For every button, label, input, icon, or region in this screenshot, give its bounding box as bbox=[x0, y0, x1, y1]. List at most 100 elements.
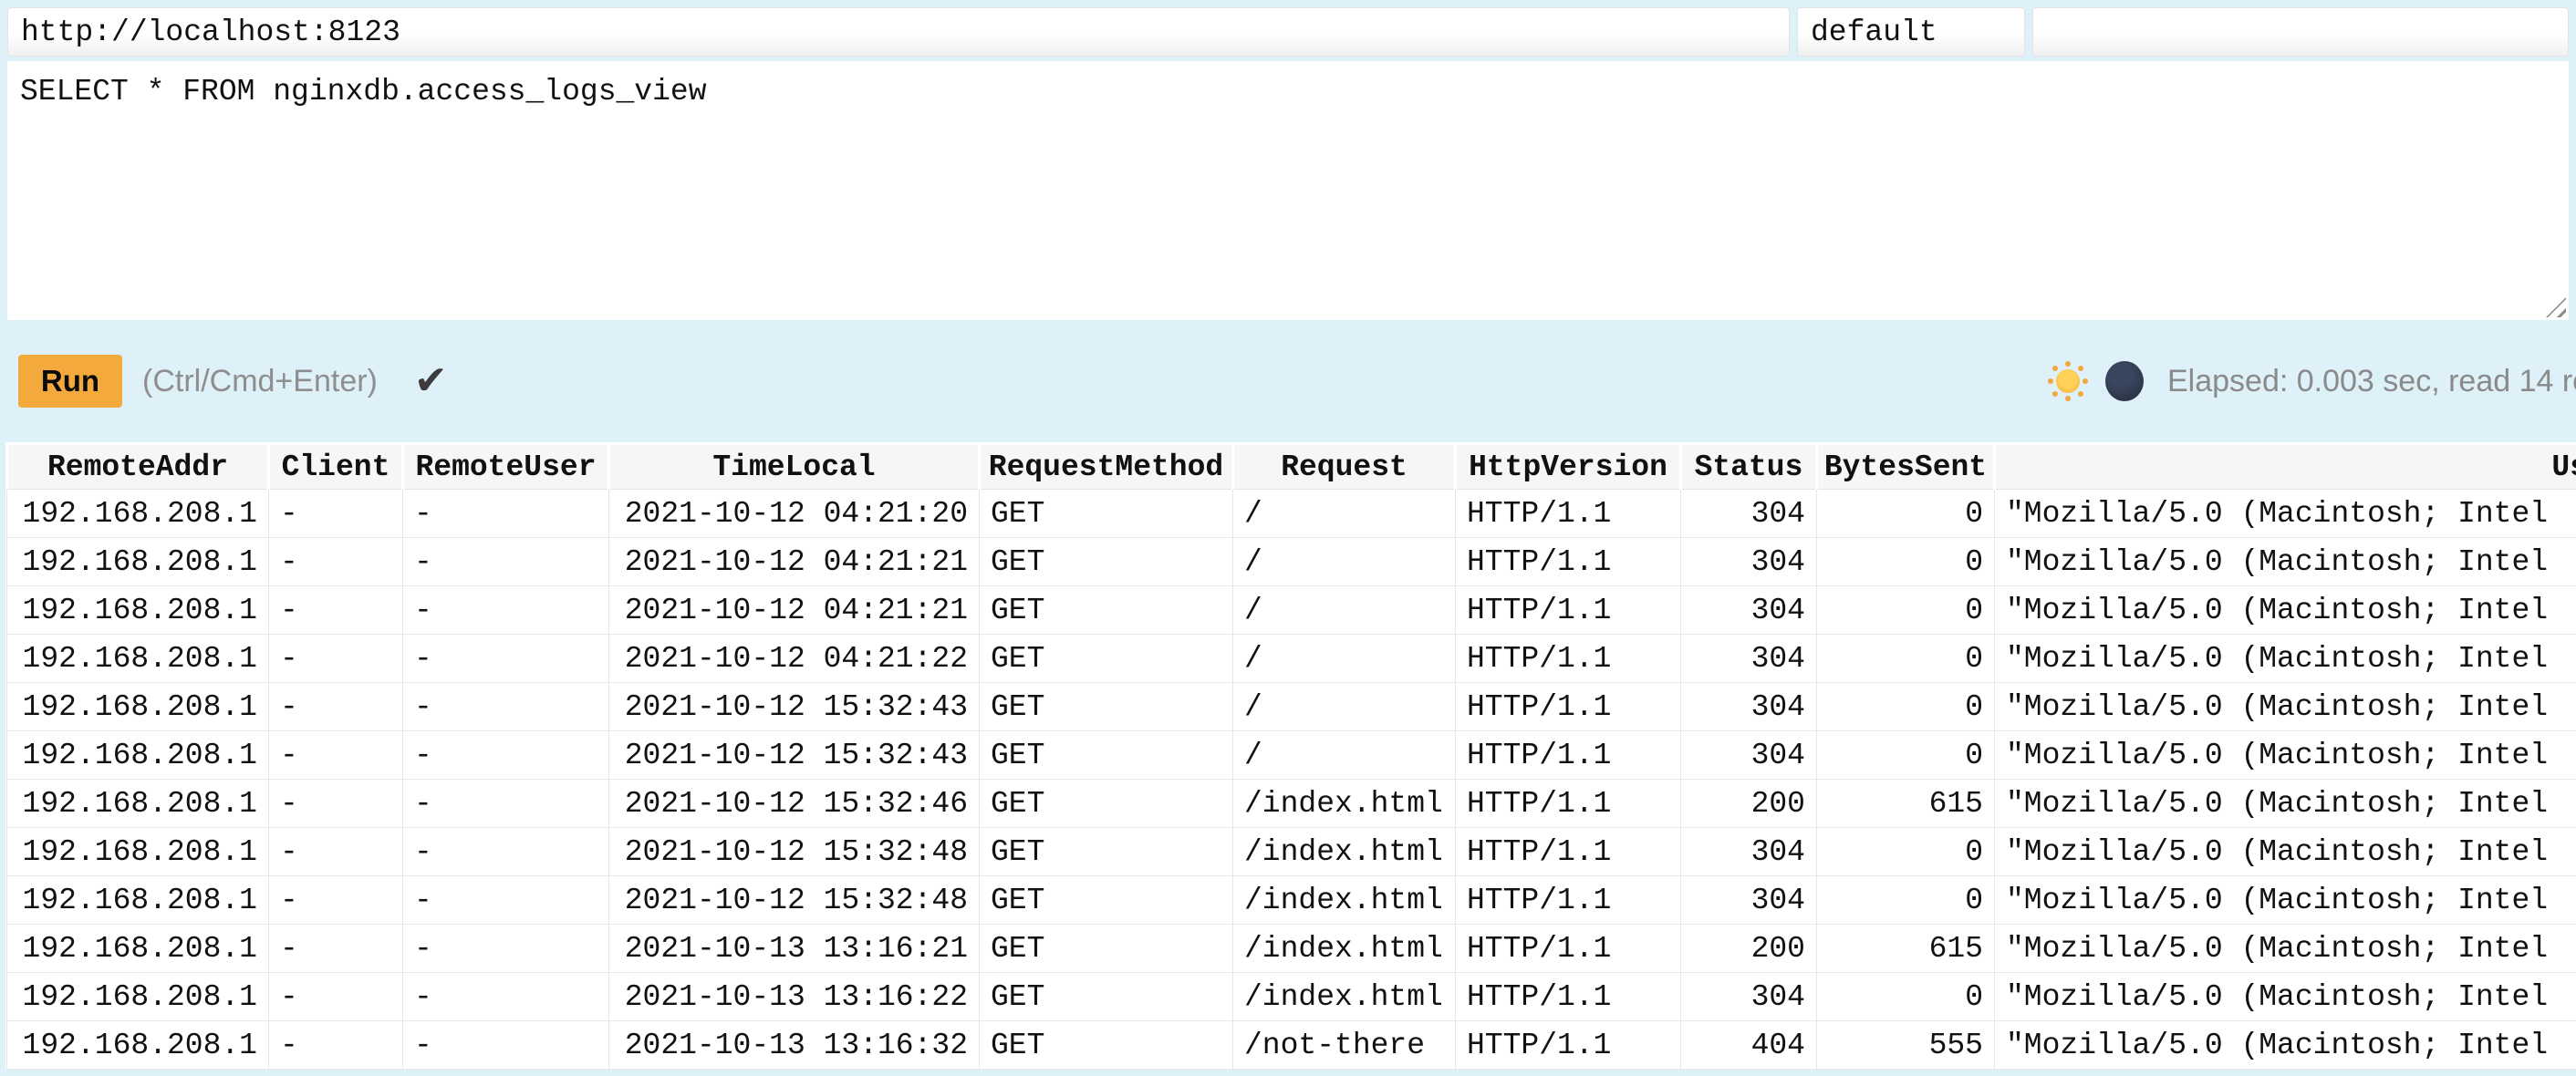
cell: GET bbox=[980, 586, 1233, 635]
column-header: UserAgent bbox=[1995, 444, 2576, 490]
connection-bar bbox=[0, 0, 2576, 57]
cell: 2021-10-12 04:21:22 bbox=[609, 635, 980, 683]
cell: - bbox=[403, 683, 609, 731]
cell: HTTP/1.1 bbox=[1456, 780, 1681, 828]
cell: 404 bbox=[1681, 1021, 1817, 1070]
cell: "Mozilla/5.0 (Macintosh; Intel bbox=[1995, 635, 2576, 683]
cell: 2021-10-12 04:21:20 bbox=[609, 490, 980, 538]
cell: - bbox=[403, 780, 609, 828]
cell: 2021-10-13 13:16:22 bbox=[609, 973, 980, 1021]
cell: GET bbox=[980, 731, 1233, 780]
cell: - bbox=[403, 1021, 609, 1070]
user-input[interactable] bbox=[1797, 7, 2025, 57]
cell: 192.168.208.1 bbox=[7, 1021, 269, 1070]
cell: 304 bbox=[1681, 538, 1817, 586]
cell: - bbox=[403, 538, 609, 586]
cell: /index.html bbox=[1233, 876, 1456, 925]
cell: - bbox=[403, 586, 609, 635]
cell: /not-there bbox=[1233, 1021, 1456, 1070]
cell: - bbox=[269, 1021, 403, 1070]
query-stats: Elapsed: 0.003 sec, read 14 rows. bbox=[2167, 364, 2576, 399]
cell: 0 bbox=[1817, 731, 1995, 780]
cell: 192.168.208.1 bbox=[7, 490, 269, 538]
sun-icon[interactable] bbox=[2056, 369, 2080, 393]
cell: 192.168.208.1 bbox=[7, 635, 269, 683]
cell: 304 bbox=[1681, 828, 1817, 876]
cell: HTTP/1.1 bbox=[1456, 1021, 1681, 1070]
cell: - bbox=[403, 490, 609, 538]
success-check-icon: ✔ bbox=[414, 361, 448, 401]
table-row: 192.168.208.1--2021-10-12 15:32:43GET/HT… bbox=[7, 731, 2576, 780]
cell: GET bbox=[980, 635, 1233, 683]
cell: - bbox=[403, 731, 609, 780]
cell: "Mozilla/5.0 (Macintosh; Intel bbox=[1995, 586, 2576, 635]
cell: GET bbox=[980, 538, 1233, 586]
query-area: SELECT * FROM nginxdb.access_logs_view bbox=[7, 61, 2569, 320]
query-textarea[interactable]: SELECT * FROM nginxdb.access_logs_view bbox=[7, 61, 2569, 320]
cell: 304 bbox=[1681, 635, 1817, 683]
column-header: RemoteUser bbox=[403, 444, 609, 490]
column-header: Status bbox=[1681, 444, 1817, 490]
table-row: 192.168.208.1--2021-10-12 04:21:20GET/HT… bbox=[7, 490, 2576, 538]
cell: HTTP/1.1 bbox=[1456, 828, 1681, 876]
cell: "Mozilla/5.0 (Macintosh; Intel bbox=[1995, 973, 2576, 1021]
cell: - bbox=[269, 731, 403, 780]
cell: / bbox=[1233, 683, 1456, 731]
cell: - bbox=[269, 538, 403, 586]
table-header-row: RemoteAddrClientRemoteUserTimeLocal Reque… bbox=[7, 444, 2576, 490]
cell: "Mozilla/5.0 (Macintosh; Intel bbox=[1995, 538, 2576, 586]
cell: 2021-10-13 13:16:21 bbox=[609, 925, 980, 973]
cell: GET bbox=[980, 1021, 1233, 1070]
cell: 0 bbox=[1817, 973, 1995, 1021]
server-url-input[interactable] bbox=[7, 7, 1790, 57]
results-area: RemoteAddrClientRemoteUserTimeLocal Reque… bbox=[5, 442, 2576, 1070]
table-row: 192.168.208.1--2021-10-12 15:32:48GET/in… bbox=[7, 876, 2576, 925]
run-button[interactable]: Run bbox=[18, 355, 122, 408]
cell: 0 bbox=[1817, 876, 1995, 925]
cell: 0 bbox=[1817, 490, 1995, 538]
cell: GET bbox=[980, 780, 1233, 828]
cell: 304 bbox=[1681, 683, 1817, 731]
cell: "Mozilla/5.0 (Macintosh; Intel bbox=[1995, 780, 2576, 828]
cell: 2021-10-12 15:32:43 bbox=[609, 731, 980, 780]
cell: GET bbox=[980, 876, 1233, 925]
table-body: 192.168.208.1--2021-10-12 04:21:20GET/HT… bbox=[7, 490, 2576, 1070]
cell: - bbox=[269, 635, 403, 683]
column-header: TimeLocal bbox=[609, 444, 980, 490]
cell: HTTP/1.1 bbox=[1456, 490, 1681, 538]
column-header: BytesSent bbox=[1817, 444, 1995, 490]
cell: - bbox=[403, 973, 609, 1021]
cell: GET bbox=[980, 828, 1233, 876]
cell: HTTP/1.1 bbox=[1456, 973, 1681, 1021]
cell: /index.html bbox=[1233, 973, 1456, 1021]
results-table: RemoteAddrClientRemoteUserTimeLocal Reque… bbox=[5, 442, 2576, 1070]
cell: "Mozilla/5.0 (Macintosh; Intel bbox=[1995, 828, 2576, 876]
cell: 192.168.208.1 bbox=[7, 538, 269, 586]
cell: / bbox=[1233, 635, 1456, 683]
column-header: RemoteAddr bbox=[7, 444, 269, 490]
cell: "Mozilla/5.0 (Macintosh; Intel bbox=[1995, 490, 2576, 538]
cell: "Mozilla/5.0 (Macintosh; Intel bbox=[1995, 876, 2576, 925]
moon-icon[interactable] bbox=[2105, 361, 2144, 401]
column-header: Request bbox=[1233, 444, 1456, 490]
clickhouse-play-page: SELECT * FROM nginxdb.access_logs_view R… bbox=[0, 0, 2576, 1076]
cell: 192.168.208.1 bbox=[7, 586, 269, 635]
cell: - bbox=[269, 876, 403, 925]
cell: 2021-10-12 15:32:43 bbox=[609, 683, 980, 731]
cell: / bbox=[1233, 490, 1456, 538]
table-row: 192.168.208.1--2021-10-12 15:32:43GET/HT… bbox=[7, 683, 2576, 731]
cell: 0 bbox=[1817, 586, 1995, 635]
cell: - bbox=[403, 925, 609, 973]
cell: / bbox=[1233, 538, 1456, 586]
password-input[interactable] bbox=[2032, 7, 2569, 57]
column-header: Client bbox=[269, 444, 403, 490]
toolbar-right: Elapsed: 0.003 sec, read 14 rows. bbox=[2047, 355, 2576, 408]
cell: /index.html bbox=[1233, 828, 1456, 876]
cell: "Mozilla/5.0 (Macintosh; Intel bbox=[1995, 1021, 2576, 1070]
cell: 200 bbox=[1681, 780, 1817, 828]
cell: /index.html bbox=[1233, 925, 1456, 973]
table-row: 192.168.208.1--2021-10-13 13:16:21GET/in… bbox=[7, 925, 2576, 973]
cell: 304 bbox=[1681, 490, 1817, 538]
cell: 615 bbox=[1817, 780, 1995, 828]
cell: 304 bbox=[1681, 876, 1817, 925]
